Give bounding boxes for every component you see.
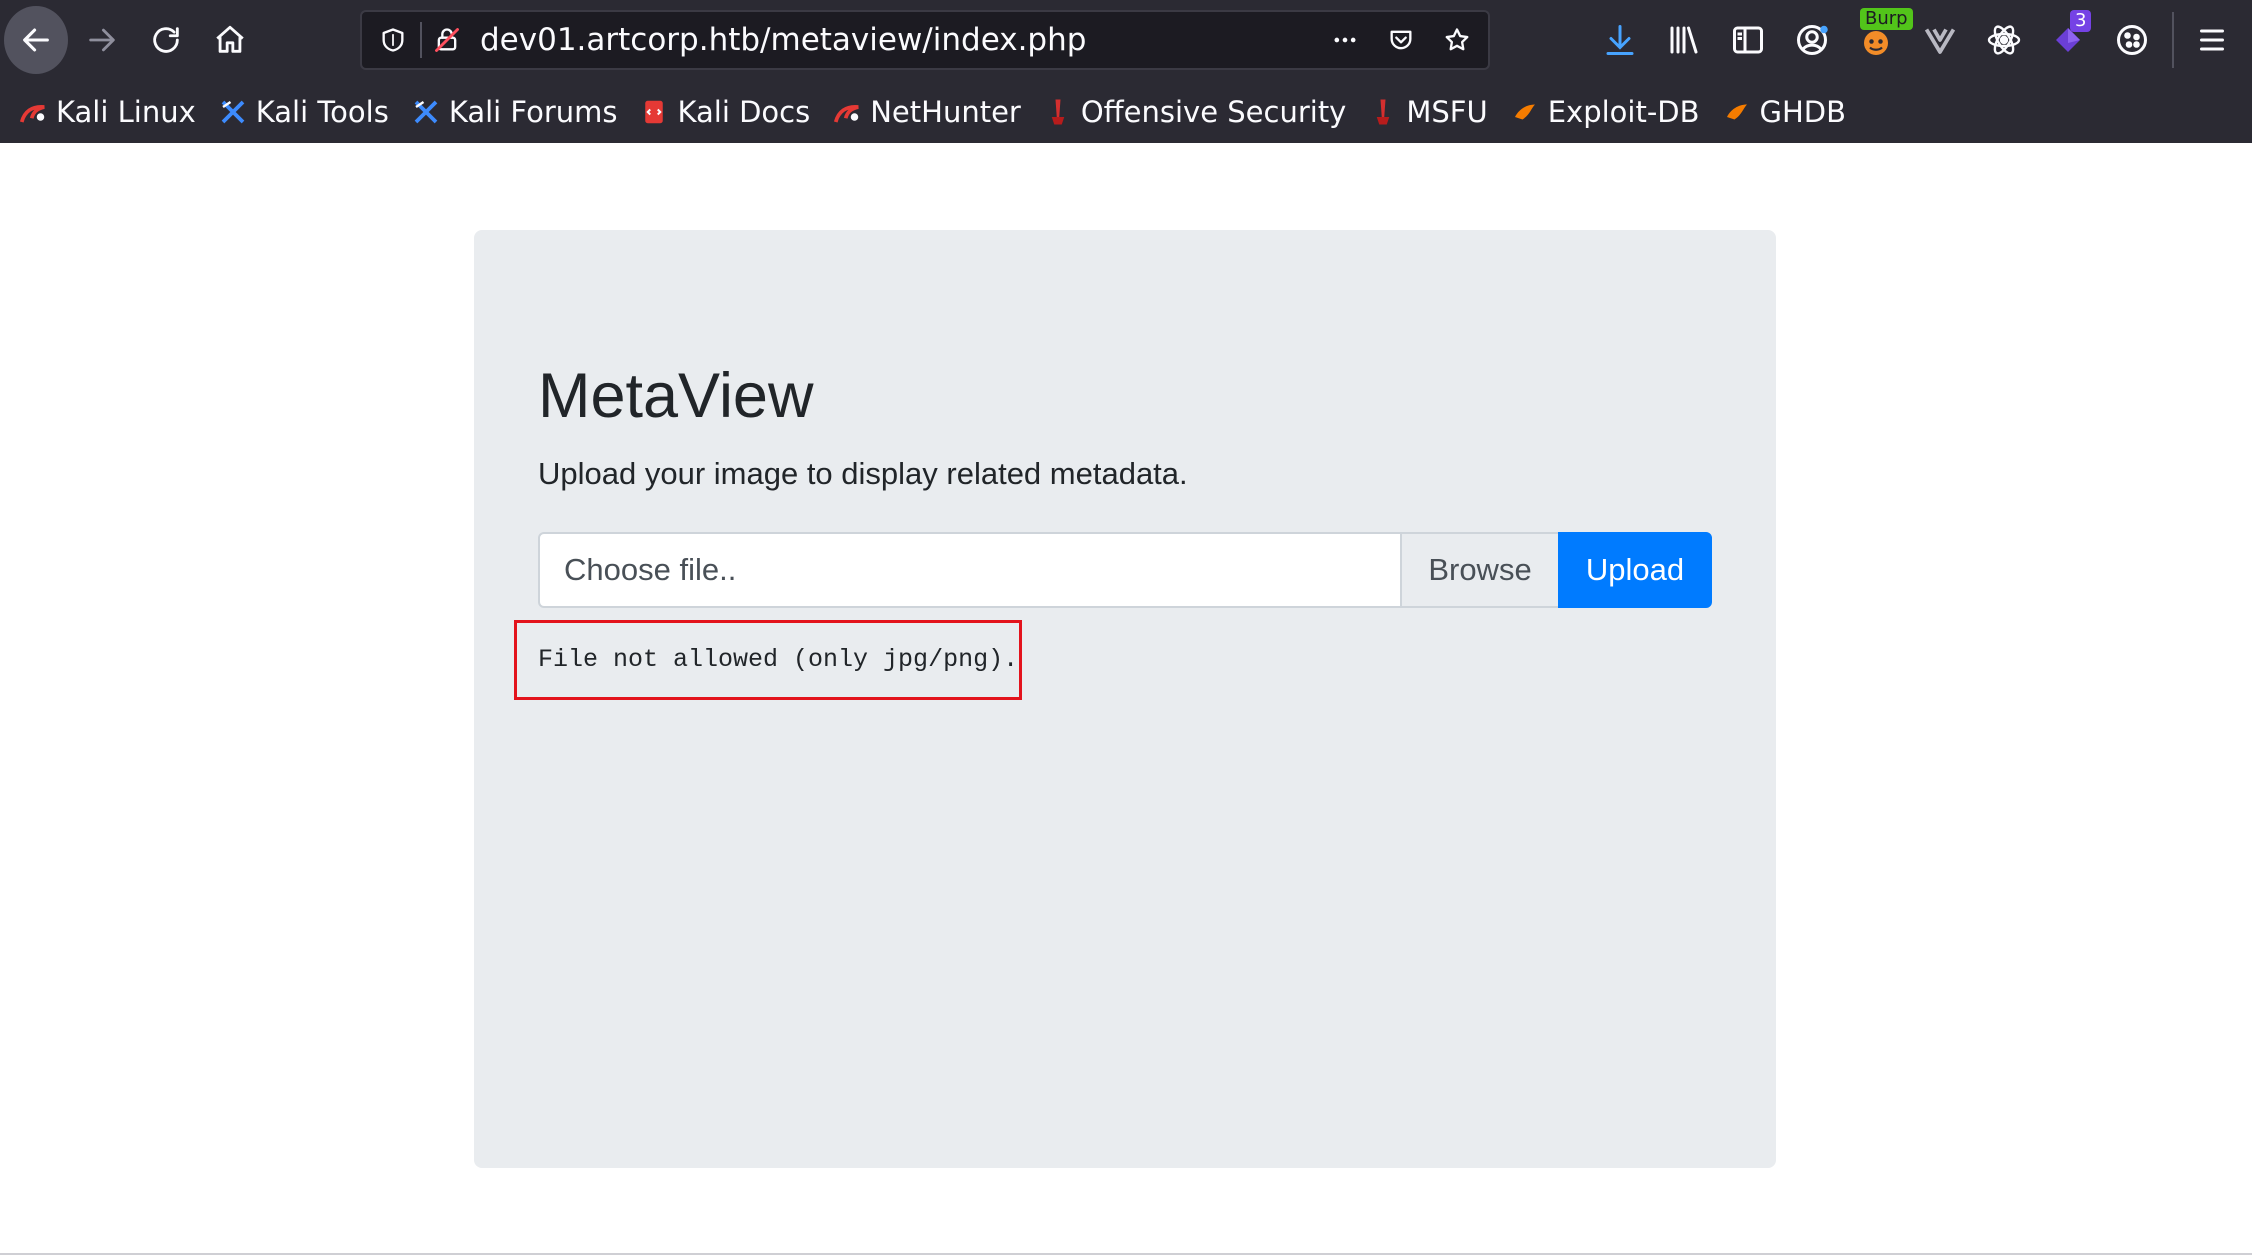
insecure-lock-icon[interactable] [424,12,470,68]
browser-chrome: dev01.artcorp.htb/metaview/index.php Bur… [0,0,2252,143]
home-icon [216,25,244,53]
home-button[interactable] [198,6,262,74]
kali-forums-icon [411,97,441,127]
arrow-left-icon [23,28,49,52]
pocket-icon[interactable] [1378,12,1424,68]
shield-icon[interactable] [370,12,416,68]
upload-form: Choose file.. Browse Upload [538,532,1712,608]
download-icon[interactable] [1590,10,1650,70]
extension-badge: 3 [2070,10,2092,32]
ghdb-icon [1722,97,1752,127]
forward-button[interactable] [70,6,134,74]
page-title: MetaView [538,361,814,431]
browser-toolbar: dev01.artcorp.htb/metaview/index.php Bur… [0,0,2252,80]
url-bar[interactable]: dev01.artcorp.htb/metaview/index.php [360,10,1490,70]
reload-icon [153,27,179,53]
bookmark-kali-tools[interactable]: Kali Tools [218,86,389,138]
bookmarks-toolbar: Kali Linux Kali Tools Kali Forums Kali D… [0,86,2252,138]
bookmark-nethunter[interactable]: NetHunter [832,86,1021,138]
back-button[interactable] [4,6,68,74]
menu-icon[interactable] [2182,10,2242,70]
burp-badge: Burp [1860,8,1913,30]
bookmark-kali-docs[interactable]: Kali Docs [639,86,810,138]
account-icon[interactable] [1782,10,1842,70]
toolbar-divider [2172,12,2174,68]
kali-icon [18,97,48,127]
extension-icon[interactable]: 3 [2038,10,2098,70]
kali-docs-icon [639,97,669,127]
react-devtools-icon[interactable] [1974,10,2034,70]
bookmark-msfu[interactable]: MSFU [1368,86,1488,138]
vue-devtools-icon[interactable] [1910,10,1970,70]
browse-button[interactable]: Browse [1400,532,1560,608]
bookmark-kali-forums[interactable]: Kali Forums [411,86,617,138]
arrow-right-icon [89,28,115,52]
sidebar-icon[interactable] [1718,10,1778,70]
kali-tools-icon [218,97,248,127]
msfu-icon [1368,97,1398,127]
file-input[interactable]: Choose file.. [538,532,1402,608]
upload-button[interactable]: Upload [1558,532,1712,608]
exploitdb-icon [1510,97,1540,127]
library-icon[interactable] [1654,10,1714,70]
metaview-panel: MetaView Upload your image to display re… [474,230,1776,1168]
reload-button[interactable] [134,6,198,74]
error-message: File not allowed (only jpg/png). [514,620,1022,700]
page-lead: Upload your image to display related met… [538,456,1188,491]
bookmark-ghdb[interactable]: GHDB [1722,86,1846,138]
nethunter-icon [832,97,862,127]
url-text[interactable]: dev01.artcorp.htb/metaview/index.php [480,12,1086,68]
cookie-icon[interactable] [2102,10,2162,70]
more-dots-icon[interactable] [1322,12,1368,68]
url-separator [420,22,422,58]
offsec-icon [1043,97,1073,127]
bookmark-offensive-security[interactable]: Offensive Security [1043,86,1346,138]
star-icon[interactable] [1434,12,1480,68]
bookmark-exploit-db[interactable]: Exploit-DB [1510,86,1700,138]
burp-extension-icon[interactable]: Burp [1846,8,1913,70]
bookmark-kali-linux[interactable]: Kali Linux [18,86,196,138]
